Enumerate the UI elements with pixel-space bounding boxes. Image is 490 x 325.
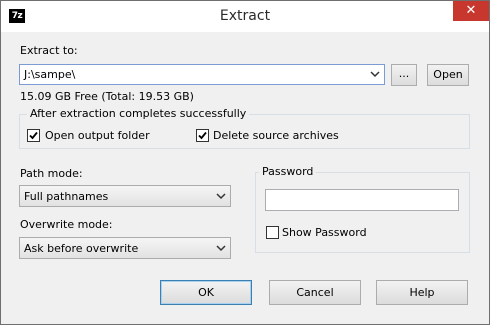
extract-dialog: 7z Extract ✕ Extract to: J:\sampe\ ... O… (0, 0, 490, 325)
password-field[interactable] (265, 189, 459, 211)
close-button[interactable]: ✕ (453, 1, 489, 21)
path-mode-label: Path mode: (20, 167, 83, 180)
cancel-button[interactable]: Cancel (269, 280, 361, 305)
password-title: Password (259, 165, 317, 178)
overwrite-mode-value: Ask before overwrite (24, 242, 139, 255)
extract-to-label: Extract to: (20, 44, 78, 57)
overwrite-mode-label: Overwrite mode: (20, 218, 113, 231)
open-button[interactable]: Open (427, 64, 469, 86)
delete-source-archives-checkbox[interactable] (196, 129, 209, 142)
open-output-folder-checkbox[interactable] (27, 129, 40, 142)
delete-source-archives-label[interactable]: Delete source archives (213, 129, 339, 142)
overwrite-mode-dropdown[interactable]: Ask before overwrite (19, 237, 231, 259)
ok-button[interactable]: OK (160, 280, 252, 305)
help-button[interactable]: Help (376, 280, 468, 305)
window-title: Extract (219, 8, 271, 24)
path-mode-value: Full pathnames (24, 190, 109, 203)
chevron-down-icon (216, 193, 226, 200)
show-password-checkbox[interactable] (266, 226, 279, 239)
chevron-down-icon[interactable] (369, 68, 381, 80)
close-icon: ✕ (465, 3, 477, 18)
title-bar: 7z Extract ✕ (1, 1, 489, 32)
extract-path-combobox[interactable]: J:\sampe\ (19, 64, 385, 85)
browse-button[interactable]: ... (391, 64, 417, 86)
after-extraction-title: After extraction completes successfully (27, 107, 250, 120)
extract-path-value: J:\sampe\ (24, 68, 76, 81)
open-output-folder-label[interactable]: Open output folder (45, 129, 150, 142)
free-space-text: 15.09 GB Free (Total: 19.53 GB) (20, 90, 194, 103)
password-group (255, 172, 470, 253)
show-password-label[interactable]: Show Password (282, 226, 367, 239)
checkmark-icon (198, 131, 207, 140)
checkmark-icon (29, 131, 38, 140)
chevron-down-icon (216, 245, 226, 252)
path-mode-dropdown[interactable]: Full pathnames (19, 185, 231, 207)
